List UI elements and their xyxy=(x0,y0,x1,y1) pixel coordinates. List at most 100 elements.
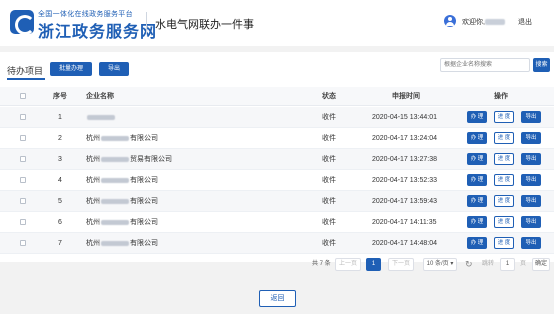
search-button[interactable]: 搜索 xyxy=(533,58,550,72)
header-divider xyxy=(146,12,147,34)
row-checkbox[interactable] xyxy=(20,198,26,204)
process-button[interactable]: 办 理 xyxy=(467,132,487,144)
batch-process-button[interactable]: 批量办理 xyxy=(50,62,92,76)
row-company-name: 杭州 有限公司 xyxy=(86,135,158,142)
logout-link[interactable]: 退出 xyxy=(518,17,532,27)
row-company-name xyxy=(86,107,116,128)
row-time: 2020-04-17 13:24:04 xyxy=(372,135,437,142)
row-time: 2020-04-17 13:59:43 xyxy=(372,198,437,205)
progress-button[interactable]: 进 度 xyxy=(494,132,514,144)
row-export-button[interactable]: 导出 xyxy=(521,237,541,249)
row-company-name: 杭州 有限公司 xyxy=(86,177,158,184)
prev-page-button[interactable]: 上一页 xyxy=(335,258,361,271)
row-export-button[interactable]: 导出 xyxy=(521,153,541,165)
goto-page-input[interactable]: 1 xyxy=(500,258,515,271)
refresh-icon[interactable]: ↻ xyxy=(465,258,473,271)
page-1-button[interactable]: 1 xyxy=(366,258,381,271)
back-button[interactable]: 返回 xyxy=(259,290,296,307)
row-company-name: 杭州 有限公司 xyxy=(86,240,158,247)
redacted-company-text xyxy=(101,198,129,204)
row-company-name: 杭州 贸易有限公司 xyxy=(86,156,172,163)
row-checkbox[interactable] xyxy=(20,156,26,162)
row-time: 2020-04-17 14:48:04 xyxy=(372,240,437,247)
header-time: 申报时间 xyxy=(392,93,420,100)
row-no: 7 xyxy=(58,240,62,247)
header-status: 状态 xyxy=(322,93,336,100)
user-avatar-icon[interactable] xyxy=(444,15,456,27)
page-unit-label: 页 xyxy=(520,261,527,267)
process-button[interactable]: 办 理 xyxy=(467,216,487,228)
row-no: 5 xyxy=(58,198,62,205)
row-status: 收件 xyxy=(322,219,336,226)
export-button[interactable]: 导出 xyxy=(99,62,129,76)
row-status: 收件 xyxy=(322,156,336,163)
table-row: 7 杭州 有限公司 收件 2020-04-17 14:48:04 办 理进 度导出 xyxy=(0,233,554,254)
row-checkbox[interactable] xyxy=(20,240,26,246)
row-time: 2020-04-15 13:44:01 xyxy=(372,114,437,121)
welcome-text: 欢迎你, xyxy=(462,17,505,27)
progress-button[interactable]: 进 度 xyxy=(494,216,514,228)
row-status: 收件 xyxy=(322,240,336,247)
row-time: 2020-04-17 13:27:38 xyxy=(372,156,437,163)
row-checkbox[interactable] xyxy=(20,114,26,120)
row-export-button[interactable]: 导出 xyxy=(521,195,541,207)
page-title: 水电气网联办一件事 xyxy=(155,19,254,31)
todo-panel: 待办项目 批量办理 导出 搜索 序号 企业名称 状态 申报时间 操作 1 收件 20… xyxy=(0,52,554,262)
table-row: 6 杭州 有限公司 收件 2020-04-17 14:11:35 办 理进 度导出 xyxy=(0,212,554,233)
process-button[interactable]: 办 理 xyxy=(467,174,487,186)
table-row: 4 杭州 有限公司 收件 2020-04-17 13:52:33 办 理进 度导出 xyxy=(0,170,554,191)
progress-button[interactable]: 进 度 xyxy=(494,111,514,123)
row-status: 收件 xyxy=(322,114,336,121)
zhejiang-logo-icon xyxy=(10,10,35,35)
row-no: 4 xyxy=(58,177,62,184)
redacted-company-text xyxy=(101,135,129,141)
process-button[interactable]: 办 理 xyxy=(467,195,487,207)
row-export-button[interactable]: 导出 xyxy=(521,216,541,228)
top-header: 全国一体化在线政务服务平台 浙江政务服务网 水电气网联办一件事 欢迎你, 退出 xyxy=(0,0,554,46)
todo-tab-underline xyxy=(7,78,45,80)
total-count: 共 7 条 xyxy=(312,261,331,267)
table-row: 3 杭州 贸易有限公司 收件 2020-04-17 13:27:38 办 理进 度导出 xyxy=(0,149,554,170)
row-company-name: 杭州 有限公司 xyxy=(86,219,158,226)
row-no: 6 xyxy=(58,219,62,226)
goto-label: 跳转 xyxy=(482,261,495,267)
table-header: 序号 企业名称 状态 申报时间 操作 xyxy=(0,87,554,106)
row-status: 收件 xyxy=(322,198,336,205)
row-export-button[interactable]: 导出 xyxy=(521,111,541,123)
row-status: 收件 xyxy=(322,135,336,142)
todo-tab[interactable]: 待办项目 xyxy=(7,64,43,77)
process-button[interactable]: 办 理 xyxy=(467,153,487,165)
row-time: 2020-04-17 13:52:33 xyxy=(372,177,437,184)
progress-button[interactable]: 进 度 xyxy=(494,174,514,186)
row-checkbox[interactable] xyxy=(20,177,26,183)
header-company-name: 企业名称 xyxy=(86,93,114,100)
progress-button[interactable]: 进 度 xyxy=(494,195,514,207)
table-row: 2 杭州 有限公司 收件 2020-04-17 13:24:04 办 理进 度导出 xyxy=(0,128,554,149)
select-all-checkbox[interactable] xyxy=(20,93,26,99)
row-checkbox[interactable] xyxy=(20,135,26,141)
next-page-button[interactable]: 下一页 xyxy=(388,258,414,271)
company-search-input[interactable] xyxy=(440,58,530,72)
row-export-button[interactable]: 导出 xyxy=(521,174,541,186)
row-export-button[interactable]: 导出 xyxy=(521,132,541,144)
process-button[interactable]: 办 理 xyxy=(467,111,487,123)
page-size-select[interactable]: 10 条/页 ▾ xyxy=(423,258,457,271)
redacted-company-text xyxy=(101,177,129,183)
row-no: 1 xyxy=(58,114,62,121)
row-checkbox[interactable] xyxy=(20,219,26,225)
row-status: 收件 xyxy=(322,177,336,184)
goto-confirm-button[interactable]: 确定 xyxy=(532,258,550,271)
logo-title: 浙江政务服务网 xyxy=(38,24,158,41)
process-button[interactable]: 办 理 xyxy=(467,237,487,249)
progress-button[interactable]: 进 度 xyxy=(494,153,514,165)
redacted-company-text xyxy=(101,240,129,246)
row-time: 2020-04-17 14:11:35 xyxy=(372,219,437,226)
row-company-name: 杭州 有限公司 xyxy=(86,198,158,205)
header-no: 序号 xyxy=(53,93,67,100)
table-row: 5 杭州 有限公司 收件 2020-04-17 13:59:43 办 理进 度导出 xyxy=(0,191,554,212)
row-no: 3 xyxy=(58,156,62,163)
header-ops: 操作 xyxy=(494,93,508,100)
redacted-username xyxy=(484,19,505,26)
progress-button[interactable]: 进 度 xyxy=(494,237,514,249)
table-row: 1 收件 2020-04-15 13:44:01 办 理进 度导出 xyxy=(0,107,554,128)
